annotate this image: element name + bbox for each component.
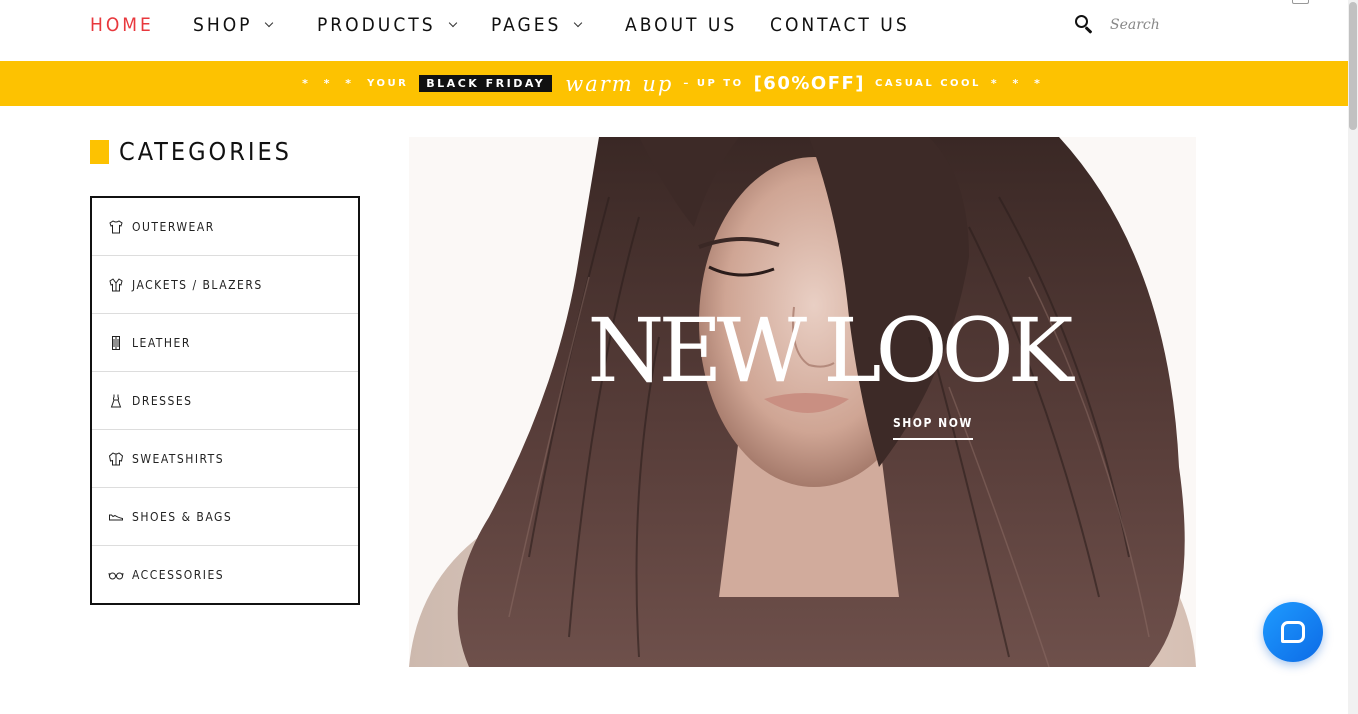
chat-button[interactable] [1263,602,1323,662]
nav-products-label: PRODUCTS [317,14,436,36]
hero-title: NEW LOOK [587,299,1073,402]
category-item-jackets-blazers[interactable]: JACKETS / BLAZERS [92,256,358,314]
category-item-sweatshirts[interactable]: SWEATSHIRTS [92,430,358,488]
jacket-icon [107,276,124,293]
categories-header: CATEGORIES [90,137,292,166]
nav-products[interactable]: PRODUCTS [317,14,457,36]
category-label: LEATHER [132,335,191,350]
promo-stars-left: * * * [302,77,358,90]
nav-home[interactable]: HOME [90,14,154,36]
promo-black-friday-badge: BLACK FRIDAY [419,75,553,92]
search-bar [1074,14,1260,36]
hero-model-image [409,137,1196,667]
category-label: SWEATSHIRTS [132,451,225,466]
category-item-outerwear[interactable]: OUTERWEAR [92,198,358,256]
category-item-shoes-bags[interactable]: SHOES & BAGS [92,488,358,546]
category-item-leather[interactable]: LEATHER [92,314,358,372]
nav-home-label: HOME [90,14,154,36]
categories-title: CATEGORIES [119,137,292,166]
chevron-down-icon [574,18,583,27]
search-icon[interactable] [1074,14,1096,36]
categories-accent-bar [90,139,109,164]
category-item-dresses[interactable]: DRESSES [92,372,358,430]
categories-list: OUTERWEAR JACKETS / BLAZERS LEATHER DRES… [90,196,360,605]
category-label: DRESSES [132,393,193,408]
category-label: OUTERWEAR [132,219,215,234]
chevron-down-icon [265,18,274,27]
cart-icon[interactable] [1292,0,1309,4]
category-item-accessories[interactable]: ACCESSORIES [92,546,358,604]
shop-now-button[interactable]: SHOP NOW [893,416,973,440]
glasses-icon [107,567,124,584]
scrollbar-thumb[interactable] [1349,2,1357,130]
search-input[interactable] [1110,17,1260,33]
nav-contact-us[interactable]: CONTACT US [770,14,910,36]
nav-contact-label: CONTACT US [770,14,910,36]
shoe-icon [107,508,124,525]
hero-banner[interactable]: NEW LOOK SHOP NOW [409,137,1196,667]
category-label: SHOES & BAGS [132,509,233,524]
promo-discount: [60%OFF] [753,73,866,94]
promo-your: YOUR [367,78,409,89]
nav-pages[interactable]: PAGES [491,14,583,36]
dress-icon [107,392,124,409]
promo-stars-right: * * * [990,77,1046,90]
nav-about-us[interactable]: ABOUT US [625,14,737,36]
chevron-down-icon [448,18,457,27]
nav-shop[interactable]: SHOP [193,14,274,36]
page-scrollbar[interactable] [1348,0,1358,714]
category-label: ACCESSORIES [132,568,225,582]
chat-bubble-icon [1281,621,1305,643]
category-label: JACKETS / BLAZERS [132,277,263,292]
nav-shop-label: SHOP [193,14,253,36]
promo-casual-cool: CASUAL COOL [875,78,981,89]
promo-banner[interactable]: * * * YOUR BLACK FRIDAY warm up – UP TO … [0,61,1348,106]
promo-warm-up: warm up [565,71,674,96]
promo-up-to: – UP TO [683,78,744,89]
nav-pages-label: PAGES [491,14,562,36]
tshirt-icon [107,218,124,235]
nav-about-label: ABOUT US [625,14,738,36]
leather-coat-icon [107,334,124,351]
top-navigation: HOME SHOP PRODUCTS PAGES ABOUT US CONTAC… [0,0,1348,61]
sweatshirt-icon [107,450,124,467]
